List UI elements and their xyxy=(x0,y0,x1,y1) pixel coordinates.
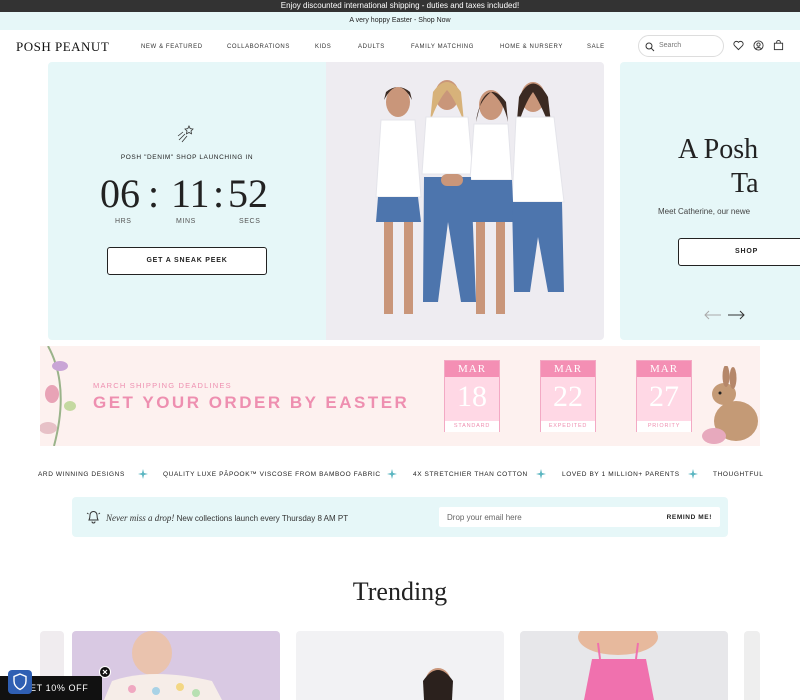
drop-notify-bar: Never miss a drop! New collections launc… xyxy=(72,497,728,537)
sneak-peek-button[interactable]: GET A SNEAK PEEK xyxy=(107,247,267,275)
account-icon[interactable] xyxy=(753,40,764,51)
shooting-star-icon xyxy=(177,125,194,143)
email-placeholder: Drop your email here xyxy=(447,513,522,522)
promo-bar[interactable]: A very hoppy Easter - Shop Now xyxy=(0,12,800,30)
notify-emphasis: Never miss a drop! xyxy=(106,513,175,523)
calendar-day: 27 xyxy=(649,380,679,413)
hero-photo xyxy=(326,62,604,340)
close-icon[interactable] xyxy=(99,666,111,678)
arrow-right-icon[interactable] xyxy=(727,310,745,320)
countdown-hours: 06 xyxy=(100,171,140,216)
benefits-ticker: ARD WINNING DESIGNS QUALITY LUXE PĀPOOK™… xyxy=(0,468,800,482)
email-field[interactable]: Drop your email here REMIND ME! xyxy=(439,507,720,527)
hero-banner: POSH "DENIM" SHOP LAUNCHING IN 06 : 11 :… xyxy=(48,62,604,340)
models-illustration xyxy=(375,80,565,314)
ticker-item: ARD WINNING DESIGNS xyxy=(38,471,125,478)
sparkle-icon xyxy=(138,469,148,479)
shop-button[interactable]: SHOP xyxy=(678,238,800,266)
sparkle-icon xyxy=(536,469,546,479)
ticker-item: LOVED BY 1 MILLION+ PARENTS xyxy=(562,471,680,478)
countdown-seconds: 52 xyxy=(228,171,268,216)
sparkle-icon xyxy=(688,469,698,479)
easter-headline: GET YOUR ORDER BY EASTER xyxy=(93,393,410,412)
site-header: POSH PEANUT NEW & FEATURED COLLABORATION… xyxy=(0,30,800,62)
notify-message: Never miss a drop! New collections launc… xyxy=(106,513,348,523)
announcement-bar: Enjoy discounted international shipping … xyxy=(0,0,800,12)
seconds-label: SECS xyxy=(239,218,261,225)
notify-text: New collections launch every Thursday 8 … xyxy=(174,514,349,523)
nav-new-featured[interactable]: NEW & FEATURED xyxy=(141,44,203,50)
product-image xyxy=(578,631,658,700)
countdown-panel: POSH "DENIM" SHOP LAUNCHING IN 06 : 11 :… xyxy=(48,62,326,340)
heart-icon[interactable] xyxy=(733,40,744,51)
remind-me-button[interactable]: REMIND ME! xyxy=(667,514,712,521)
nav-adults[interactable]: ADULTS xyxy=(358,44,385,50)
countdown-separator: : xyxy=(213,171,225,216)
ticker-item: THOUGHTFUL xyxy=(713,471,764,478)
calendar-day: 18 xyxy=(457,380,487,413)
minutes-label: MINS xyxy=(176,218,196,225)
easter-shipping-banner[interactable]: MARCH SHIPPING DEADLINES GET YOUR ORDER … xyxy=(40,346,760,446)
calendar-kind: STANDARD xyxy=(445,421,499,432)
calendar-day: 22 xyxy=(553,380,583,413)
announcement-text: Enjoy discounted international shipping … xyxy=(280,1,520,10)
nav-collaborations[interactable]: COLLABORATIONS xyxy=(227,44,290,50)
calendar-month: MAR xyxy=(445,361,499,377)
secondary-hero-card: A Posh Ta Meet Catherine, our newe SHOP xyxy=(620,62,800,340)
launch-heading: POSH "DENIM" SHOP LAUNCHING IN xyxy=(120,154,254,161)
nav-family-matching[interactable]: FAMILY MATCHING xyxy=(411,44,474,50)
product-card-partial[interactable] xyxy=(744,631,760,700)
arrow-left-icon[interactable] xyxy=(704,310,722,320)
deadline-calendar-expedited: MAR 22 EXPEDITED xyxy=(540,360,596,432)
trending-heading: Trending xyxy=(352,577,448,606)
site-logo[interactable]: POSH PEANUT xyxy=(16,39,109,55)
promo-link[interactable]: A very hoppy Easter - Shop Now xyxy=(349,17,450,24)
bag-icon[interactable] xyxy=(773,40,784,51)
bunny-illustration xyxy=(702,366,758,444)
ticker-item: QUALITY LUXE PĀPOOK™ VISCOSE FROM BAMBOO… xyxy=(163,471,381,478)
sparkle-icon xyxy=(387,469,397,479)
secondary-hero-title-line1: A Posh xyxy=(678,134,759,165)
product-image xyxy=(423,668,453,700)
calendar-kind: PRIORITY xyxy=(637,421,691,432)
search-box[interactable]: Search xyxy=(638,35,724,57)
ticker-item: 4X STRETCHIER THAN COTTON xyxy=(413,471,528,478)
deadline-calendar-standard: MAR 18 STANDARD xyxy=(444,360,500,432)
product-card[interactable] xyxy=(296,631,504,700)
bell-icon xyxy=(86,511,101,524)
countdown-separator: : xyxy=(148,171,160,216)
secondary-hero-title-line2: Ta xyxy=(731,168,759,199)
privacy-shield-icon[interactable] xyxy=(8,670,32,694)
calendar-month: MAR xyxy=(541,361,595,377)
shipping-deadline-label: MARCH SHIPPING DEADLINES xyxy=(93,381,232,390)
secondary-hero-subtitle: Meet Catherine, our newe xyxy=(658,207,751,216)
hours-label: HRS xyxy=(115,218,132,225)
search-icon xyxy=(645,42,655,52)
floral-decoration xyxy=(40,346,76,446)
nav-kids[interactable]: KIDS xyxy=(315,44,331,50)
nav-sale[interactable]: SALE xyxy=(587,44,605,50)
calendar-kind: EXPEDITED xyxy=(541,421,595,432)
calendar-month: MAR xyxy=(637,361,691,377)
product-card[interactable] xyxy=(520,631,728,700)
nav-home-nursery[interactable]: HOME & NURSERY xyxy=(500,44,563,50)
search-placeholder: Search xyxy=(659,42,682,49)
countdown-minutes: 11 xyxy=(171,171,210,216)
deadline-calendar-priority: MAR 27 PRIORITY xyxy=(636,360,692,432)
